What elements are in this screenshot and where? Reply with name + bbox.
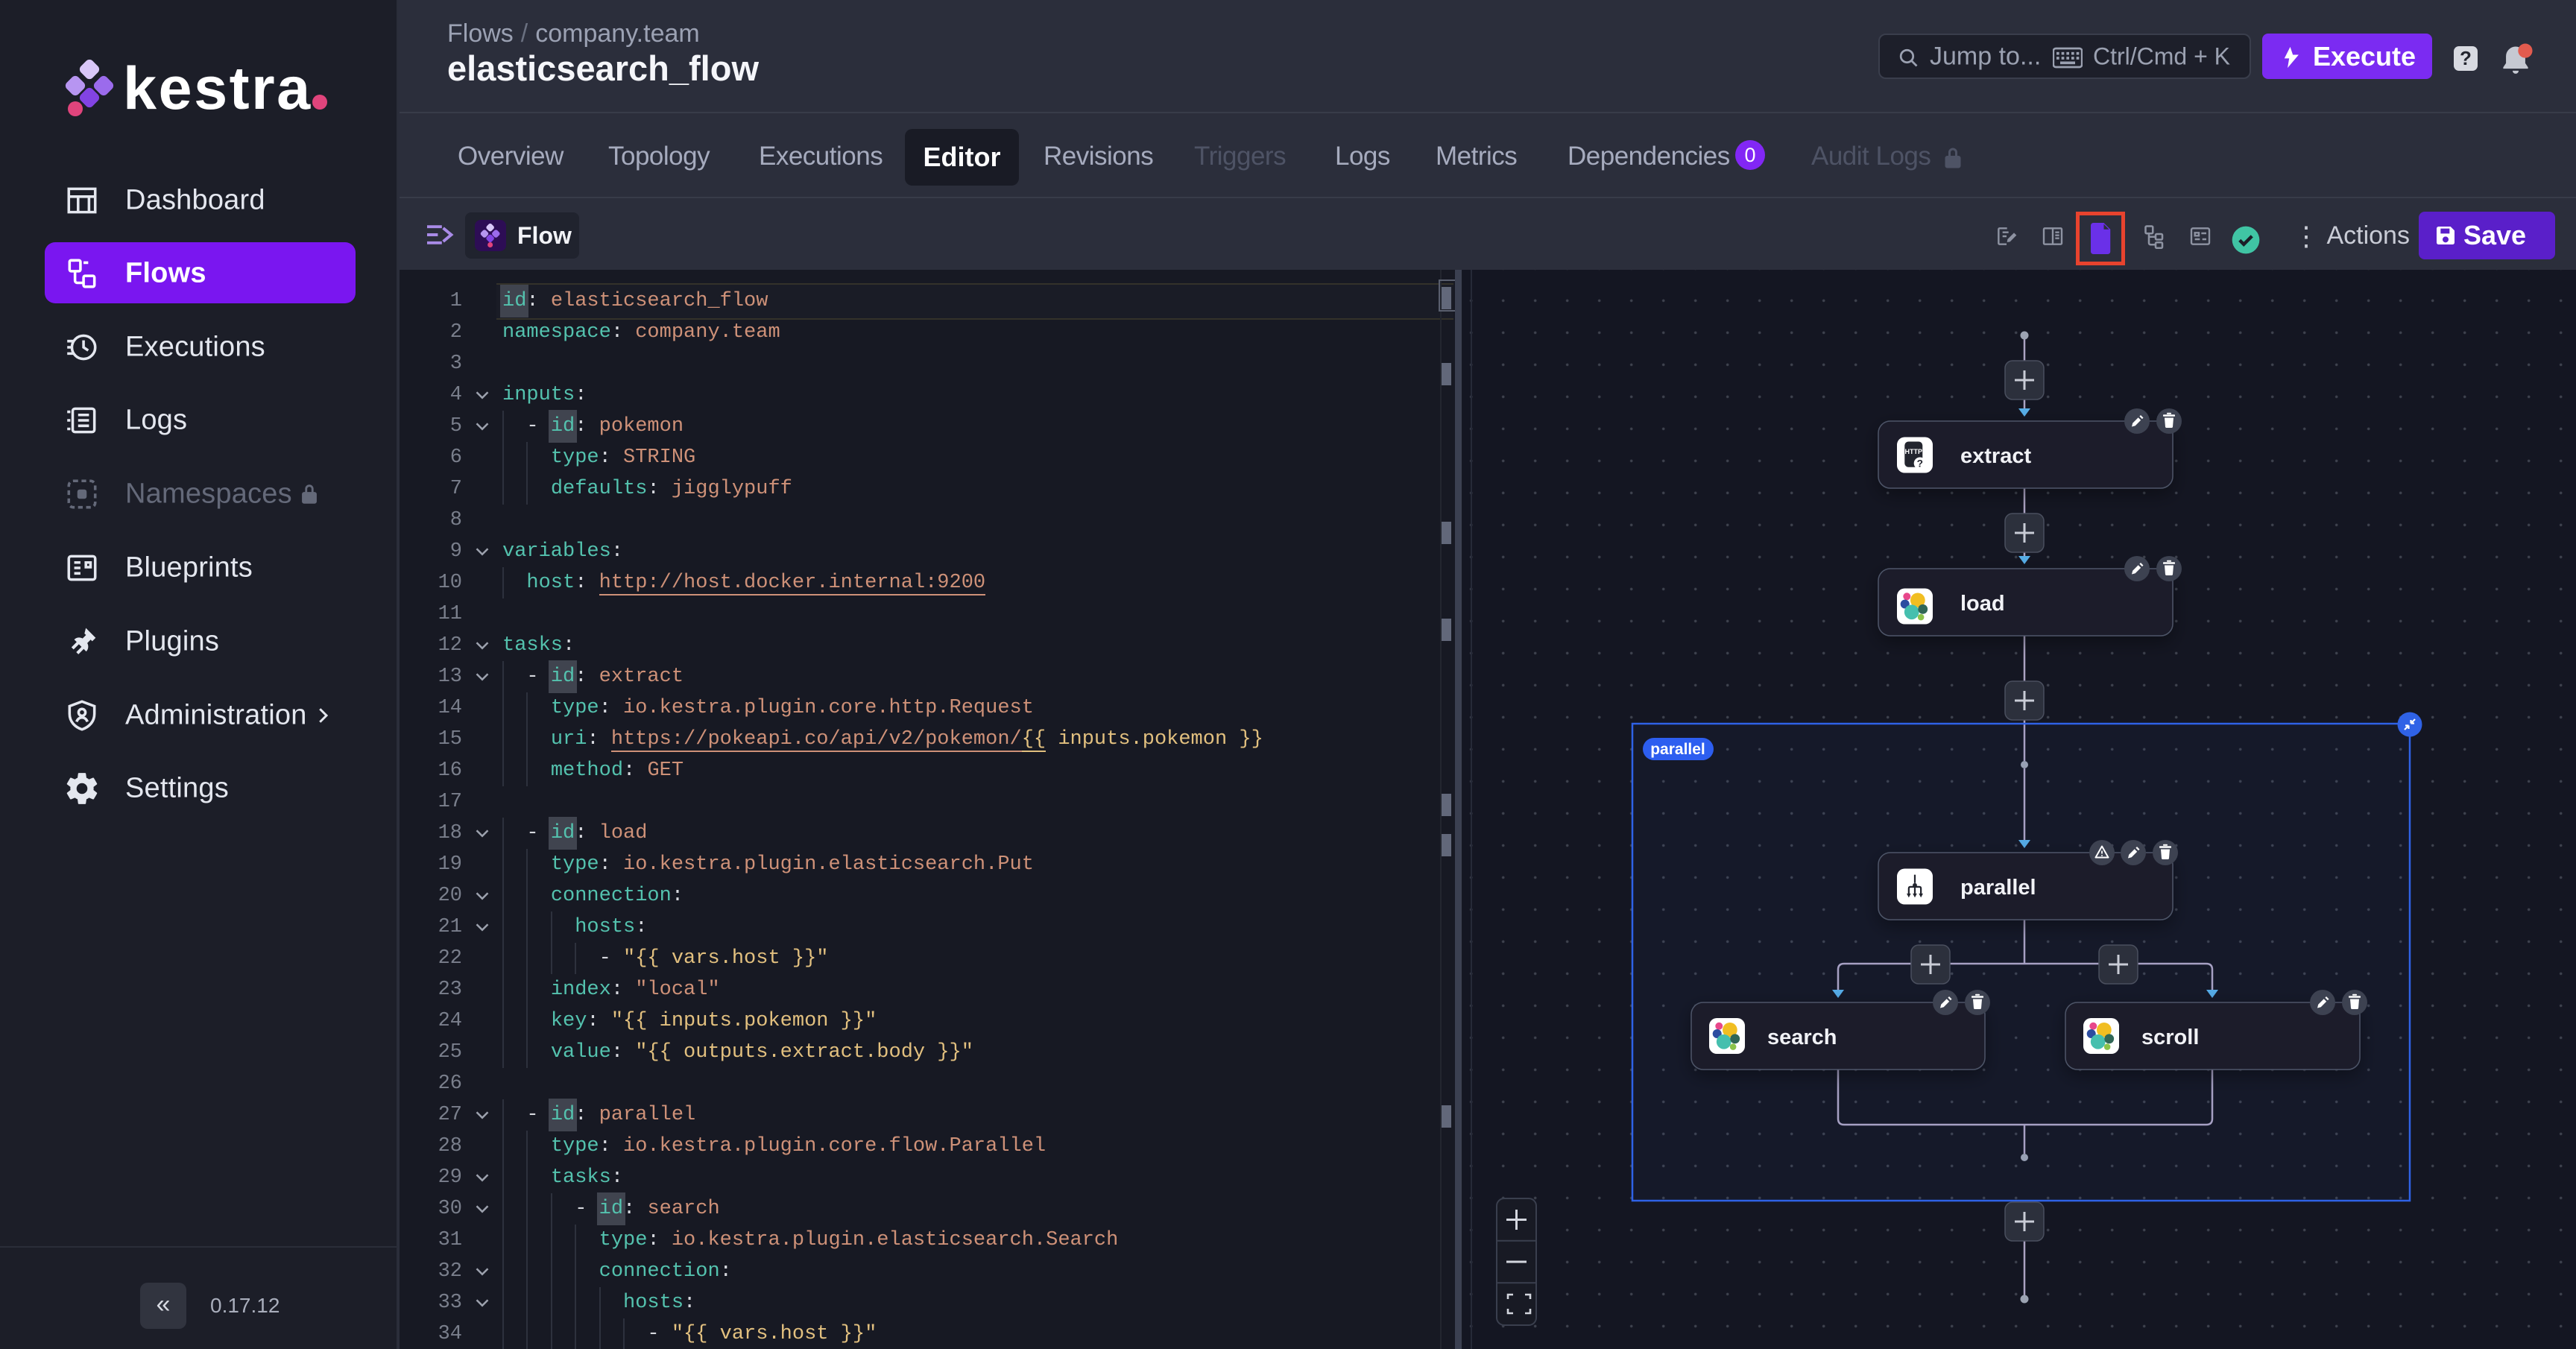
svg-text:scroll: scroll xyxy=(2141,1026,2199,1049)
svg-text:parallel: parallel xyxy=(1960,876,2036,900)
svg-text:extract: extract xyxy=(1960,444,2031,468)
svg-text:kestra: kestra xyxy=(123,60,312,122)
svg-text:parallel: parallel xyxy=(1650,741,1705,758)
svg-text:load: load xyxy=(1960,592,2005,616)
svg-text:search: search xyxy=(1767,1026,1837,1049)
